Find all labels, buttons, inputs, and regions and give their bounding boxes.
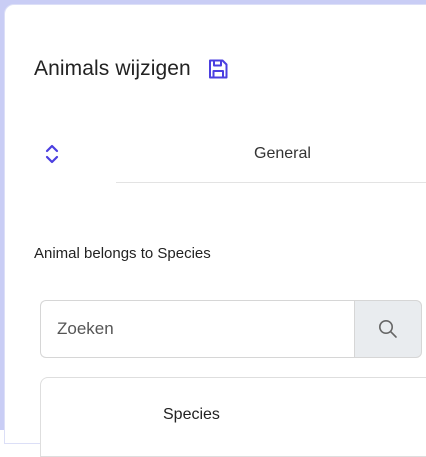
page-title: Animals wijzigen bbox=[34, 57, 191, 80]
tab-row: General bbox=[34, 140, 426, 186]
tab-general[interactable]: General bbox=[254, 145, 311, 163]
search-group bbox=[40, 300, 422, 358]
relation-label: Animal belongs to Species bbox=[34, 245, 211, 262]
chevron-up-down-icon[interactable] bbox=[44, 143, 60, 165]
column-header-species[interactable]: Species bbox=[163, 406, 220, 424]
search-input[interactable] bbox=[40, 300, 354, 358]
species-table: Species bbox=[40, 377, 426, 457]
search-button[interactable] bbox=[354, 300, 422, 358]
search-icon bbox=[379, 320, 397, 338]
save-icon[interactable] bbox=[207, 58, 229, 80]
tab-divider bbox=[116, 182, 426, 183]
title-row: Animals wijzigen bbox=[34, 57, 229, 81]
